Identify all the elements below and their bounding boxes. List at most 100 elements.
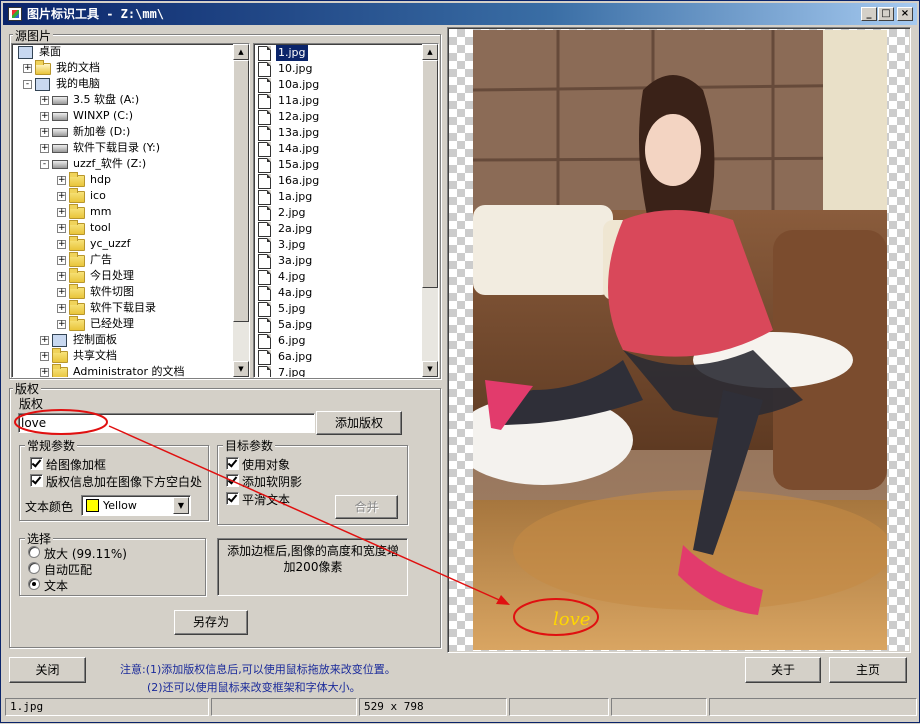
tree-item[interactable]: + 控制面板 — [12, 332, 232, 348]
expand-icon[interactable]: + — [57, 176, 66, 185]
add-frame-checkbox[interactable] — [30, 457, 43, 470]
file-list-item[interactable]: 13a.jpg — [256, 125, 434, 141]
merge-button[interactable]: 合并 — [335, 495, 398, 519]
text-color-select[interactable]: Yellow ▼ — [81, 495, 191, 516]
expand-icon[interactable]: + — [40, 352, 49, 361]
smooth-text-checkbox[interactable] — [226, 492, 239, 505]
file-list-item[interactable]: 7.jpg — [256, 365, 434, 377]
file-list-item[interactable]: 4a.jpg — [256, 285, 434, 301]
folder-icon — [52, 364, 68, 377]
file-list-item[interactable]: 1.jpg — [256, 45, 434, 61]
close-button[interactable]: 关闭 — [9, 657, 86, 683]
tree-item[interactable]: + mm — [12, 204, 232, 220]
file-list-item[interactable]: 5.jpg — [256, 301, 434, 317]
file-list-item[interactable]: 1a.jpg — [256, 189, 434, 205]
file-list-item[interactable]: 2.jpg — [256, 205, 434, 221]
tree-item[interactable]: + 今日处理 — [12, 268, 232, 284]
tree-item[interactable]: + WINXP (C:) — [12, 108, 232, 124]
watermark-text[interactable]: love — [553, 609, 590, 630]
file-list-item[interactable]: 16a.jpg — [256, 173, 434, 189]
maximize-button[interactable]: □ — [878, 7, 894, 21]
tree-item[interactable]: + tool — [12, 220, 232, 236]
tree-item[interactable]: + hdp — [12, 172, 232, 188]
expand-icon[interactable]: + — [57, 272, 66, 281]
below-image-checkbox[interactable] — [30, 474, 43, 487]
expand-icon[interactable]: + — [40, 336, 49, 345]
preview-image[interactable]: love — [473, 30, 887, 650]
folder-tree[interactable]: 桌面 + 我的文档 - 我的电脑 +3.5 软盘 (A:) + WINXP (C:) + 新加卷 … — [11, 43, 250, 378]
expand-icon[interactable]: + — [57, 304, 66, 313]
close-window-button[interactable]: × — [897, 7, 913, 21]
chevron-down-icon[interactable]: ▼ — [173, 497, 189, 514]
file-list-scrollbar[interactable]: ▲ ▼ — [422, 44, 438, 377]
tree-scrollbar[interactable]: ▲ ▼ — [233, 44, 249, 377]
copyright-input[interactable] — [18, 413, 315, 433]
file-list-item[interactable]: 10a.jpg — [256, 77, 434, 93]
file-list[interactable]: 1.jpg 10.jpg 10a.jpg 11a.jpg 12a.jpg 13a.jpg 1… — [253, 43, 439, 378]
expand-icon[interactable]: + — [57, 320, 66, 329]
tree-item[interactable]: + 软件下载目录 (Y:) — [12, 140, 232, 156]
file-list-item[interactable]: 2a.jpg — [256, 221, 434, 237]
scroll-up-icon[interactable]: ▲ — [233, 44, 249, 60]
expand-icon[interactable]: + — [57, 240, 66, 249]
scroll-down-icon[interactable]: ▼ — [233, 361, 249, 377]
use-object-checkbox[interactable] — [226, 457, 239, 470]
expand-icon[interactable]: + — [40, 128, 49, 137]
expand-icon[interactable]: + — [57, 208, 66, 217]
file-list-item[interactable]: 14a.jpg — [256, 141, 434, 157]
save-as-button[interactable]: 另存为 — [174, 610, 248, 635]
tree-item[interactable]: 桌面 — [12, 44, 232, 60]
tree-item[interactable]: + 新加卷 (D:) — [12, 124, 232, 140]
tree-item[interactable]: +3.5 软盘 (A:) — [12, 92, 232, 108]
about-button[interactable]: 关于 — [745, 657, 821, 683]
tree-item[interactable]: + 软件切图 — [12, 284, 232, 300]
minimize-button[interactable]: _ — [861, 7, 877, 21]
tree-item-label: WINXP (C:) — [73, 109, 133, 122]
collapse-icon[interactable]: - — [40, 160, 49, 169]
expand-icon[interactable]: + — [40, 112, 49, 121]
scroll-thumb[interactable] — [233, 60, 249, 322]
expand-icon[interactable]: + — [40, 144, 49, 153]
expand-icon[interactable]: + — [57, 192, 66, 201]
tree-item[interactable]: + 已经处理 — [12, 316, 232, 332]
expand-icon[interactable]: + — [40, 368, 49, 377]
file-list-item[interactable]: 15a.jpg — [256, 157, 434, 173]
title-bar[interactable]: 图片标识工具 - Z:\mm\ _ □ × — [3, 3, 917, 25]
tree-item[interactable]: + 广告 — [12, 252, 232, 268]
text-radio[interactable] — [28, 578, 40, 590]
file-list-item[interactable]: 6.jpg — [256, 333, 434, 349]
scroll-up-icon[interactable]: ▲ — [422, 44, 438, 60]
file-list-item[interactable]: 5a.jpg — [256, 317, 434, 333]
text-color-value: Yellow — [103, 499, 137, 512]
file-list-item[interactable]: 6a.jpg — [256, 349, 434, 365]
expand-icon[interactable]: + — [57, 256, 66, 265]
file-name: 15a.jpg — [278, 158, 320, 171]
expand-icon[interactable]: + — [57, 288, 66, 297]
tree-item[interactable]: - 我的电脑 — [12, 76, 232, 92]
auto-fit-radio[interactable] — [28, 562, 40, 574]
scroll-down-icon[interactable]: ▼ — [422, 361, 438, 377]
scroll-thumb[interactable] — [422, 60, 438, 288]
zoom-radio[interactable] — [28, 546, 40, 558]
add-copyright-button[interactable]: 添加版权 — [316, 411, 402, 435]
file-list-item[interactable]: 3.jpg — [256, 237, 434, 253]
soft-shadow-checkbox[interactable] — [226, 474, 239, 487]
file-list-item[interactable]: 12a.jpg — [256, 109, 434, 125]
file-list-item[interactable]: 3a.jpg — [256, 253, 434, 269]
tree-item[interactable]: - uzzf_软件 (Z:) — [12, 156, 232, 172]
file-list-item[interactable]: 10.jpg — [256, 61, 434, 77]
tree-item[interactable]: + 软件下载目录 — [12, 300, 232, 316]
expand-icon[interactable]: + — [23, 64, 32, 73]
tree-item[interactable]: + ico — [12, 188, 232, 204]
tree-item[interactable]: + 我的文档 — [12, 60, 232, 76]
tree-item[interactable]: + 共享文档 — [12, 348, 232, 364]
file-list-item[interactable]: 4.jpg — [256, 269, 434, 285]
file-list-item[interactable]: 11a.jpg — [256, 93, 434, 109]
tree-item[interactable]: + Administrator 的文档 — [12, 364, 232, 377]
tree-item[interactable]: + yc_uzzf — [12, 236, 232, 252]
expand-icon[interactable]: + — [40, 96, 49, 105]
expand-icon[interactable]: + — [57, 224, 66, 233]
text-color-label: 文本颜色 — [25, 500, 74, 514]
home-button[interactable]: 主页 — [829, 657, 907, 683]
collapse-icon[interactable]: - — [23, 80, 32, 89]
